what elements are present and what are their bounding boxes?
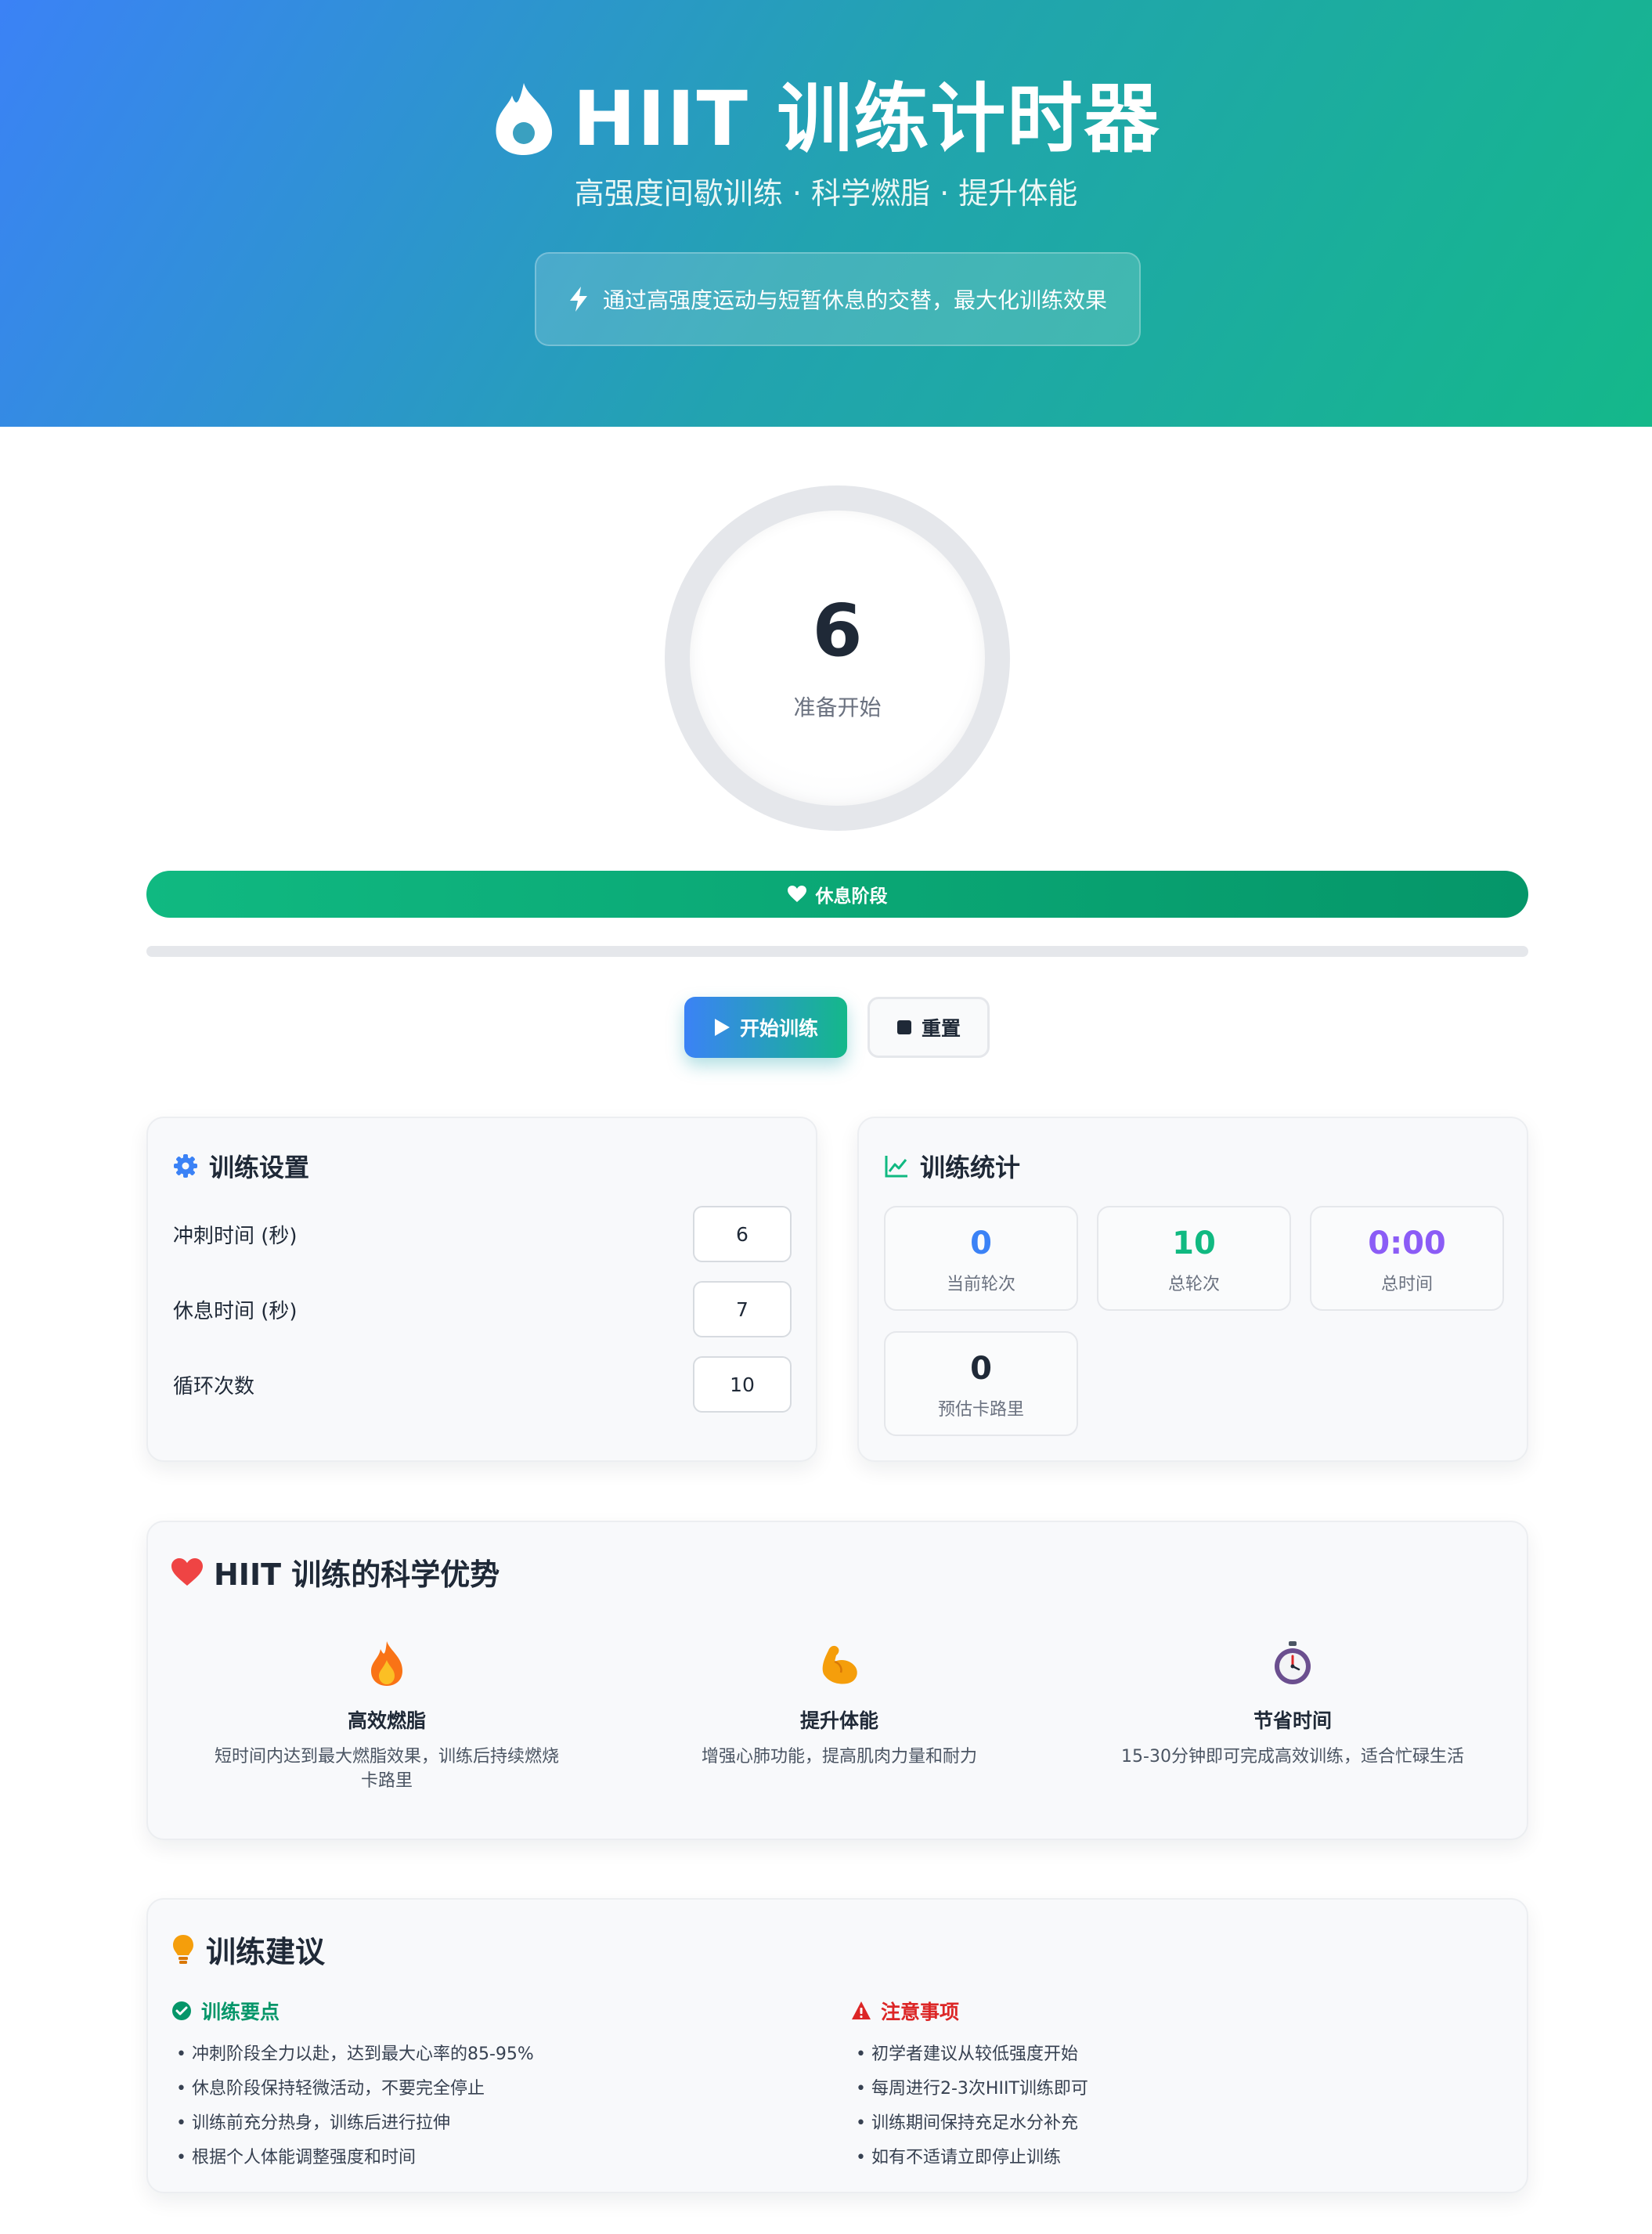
stats-title-text: 训练统计 [920,1153,1021,1182]
sprint-setting-row: 冲刺时间 (秒) [173,1206,792,1262]
benefit-desc: 增强心肺功能，提高肌肉力量和耐力 [701,1747,977,1767]
reset-button[interactable]: 重置 [867,997,990,1058]
stat-current-round: 0 当前轮次 [884,1206,1078,1311]
benefit-title: 节省时间 [1253,1709,1332,1732]
info-banner-text: 通过高强度运动与短暂休息的交替，最大化训练效果 [602,287,1107,313]
page-title: HIIT 训练计时器 [572,75,1161,163]
total-time-caption: 总时间 [1380,1275,1433,1294]
chart-line-icon [885,1156,907,1178]
warning-icon [852,2001,871,2019]
settings-title-text: 训练设置 [209,1153,310,1182]
list-item: 冲刺阶段全力以赴，达到最大心率的85-95% [171,2037,534,2072]
benefits-card: HIIT 训练的科学优势 高效燃脂 短时间内达到最大燃脂效果，训练后持续燃烧卡路… [146,1521,1528,1840]
benefit-item: 提升体能 增强心肺功能，提高肌肉力量和耐力 [644,1640,1035,1769]
benefits-title: HIIT 训练的科学优势 [171,1550,500,1593]
list-item: 休息阶段保持轻微活动，不要完全停止 [171,2072,534,2106]
tips-heading: 训练要点 [171,1997,280,2025]
settings-card: 训练设置 冲刺时间 (秒) 休息时间 (秒) 循环次数 [146,1117,817,1462]
list-item: 每周进行2-3次HIIT训练即可 [851,2072,1088,2106]
check-circle-icon [172,2001,191,2020]
sprint-time-input[interactable] [693,1206,792,1262]
current-round-caption: 当前轮次 [946,1275,1015,1294]
stop-icon [896,1020,911,1034]
app-title-row: HIIT 训练计时器 [0,72,1652,166]
stat-total-time: 0:00 总时间 [1310,1206,1504,1311]
cycles-setting-row: 循环次数 [173,1356,792,1413]
benefits-title-text: HIIT 训练的科学优势 [214,1557,500,1592]
current-round-value: 0 [970,1225,992,1261]
warnings-heading: 注意事项 [851,1997,959,2025]
phase-label: 休息阶段 [815,886,888,907]
benefit-title: 高效燃脂 [347,1709,426,1732]
warnings-list: 初学者建议从较低强度开始 每周进行2-3次HIIT训练即可 训练期间保持充足水分… [851,2037,1088,2175]
lightbulb-icon [173,1934,193,1964]
advice-card: 训练建议 训练要点 冲刺阶段全力以赴，达到最大心率的85-95% 休息阶段保持轻… [146,1898,1528,2193]
reset-button-label: 重置 [921,1017,961,1040]
total-time-value: 0:00 [1368,1225,1446,1261]
list-item: 训练期间保持充足水分补充 [851,2106,1088,2141]
settings-title: 训练设置 [173,1148,309,1184]
lightning-icon [569,287,587,312]
page-subtitle: 高强度间歇训练 · 科学燃脂 · 提升体能 [574,176,1078,211]
benefit-desc: 15-30分钟即可完成高效训练，适合忙碌生活 [1121,1747,1464,1767]
benefit-item: 节省时间 15-30分钟即可完成高效训练，适合忙碌生活 [1097,1640,1488,1769]
hero-header: HIIT 训练计时器 高强度间歇训练 · 科学燃脂 · 提升体能 通过高强度运动… [0,0,1652,427]
tips-heading-text: 训练要点 [201,2001,280,2023]
cycles-input[interactable] [693,1356,792,1413]
info-banner: 通过高强度运动与短暂休息的交替，最大化训练效果 [535,252,1141,346]
warnings-heading-text: 注意事项 [881,2001,960,2023]
calories-value: 0 [970,1351,992,1387]
stat-total-rounds: 10 总轮次 [1097,1206,1291,1311]
total-rounds-value: 10 [1172,1225,1216,1261]
list-item: 初学者建议从较低强度开始 [851,2037,1088,2072]
timer-ring: 6 准备开始 [665,485,1010,831]
list-item: 如有不适请立即停止训练 [851,2141,1088,2175]
calories-caption: 预估卡路里 [937,1400,1024,1420]
stats-card: 训练统计 0 当前轮次 10 总轮次 0:00 总时间 0 预估卡路里 [857,1117,1528,1462]
timer-status: 准备开始 [793,695,882,720]
cycles-label: 循环次数 [173,1374,255,1399]
rest-time-input[interactable] [693,1281,792,1337]
list-item: 训练前充分热身，训练后进行拉伸 [171,2106,534,2141]
timer-face: 6 准备开始 [690,511,985,806]
gear-icon [174,1154,197,1178]
list-item: 根据个人体能调整强度和时间 [171,2141,534,2175]
advice-title: 训练建议 [171,1928,325,1971]
benefit-item: 高效燃脂 短时间内达到最大燃脂效果，训练后持续燃烧卡路里 [191,1640,583,1793]
total-rounds-caption: 总轮次 [1167,1275,1220,1294]
muscle-emoji-icon [822,1645,857,1684]
benefit-desc: 短时间内达到最大燃脂效果，训练后持续燃烧卡路里 [214,1747,559,1791]
heart-icon [171,1557,203,1586]
stopwatch-emoji-icon [1275,1641,1311,1684]
progress-bar [146,946,1528,957]
stats-title: 训练统计 [884,1148,1020,1184]
flame-icon [496,83,552,155]
rest-setting-row: 休息时间 (秒) [173,1281,792,1337]
phase-indicator: 休息阶段 [146,871,1528,918]
start-button[interactable]: 开始训练 [684,997,847,1058]
fire-emoji-icon [371,1641,402,1686]
benefit-title: 提升体能 [799,1709,878,1732]
rest-label: 休息时间 (秒) [173,1299,298,1323]
timer-number: 6 [812,589,863,673]
tips-list: 冲刺阶段全力以赴，达到最大心率的85-95% 休息阶段保持轻微活动，不要完全停止… [171,2037,534,2175]
stat-calories: 0 预估卡路里 [884,1331,1078,1436]
heart-icon [787,886,806,902]
start-button-label: 开始训练 [739,1017,818,1040]
play-icon [714,1019,730,1036]
advice-title-text: 训练建议 [206,1935,326,1969]
sprint-label: 冲刺时间 (秒) [173,1224,298,1248]
